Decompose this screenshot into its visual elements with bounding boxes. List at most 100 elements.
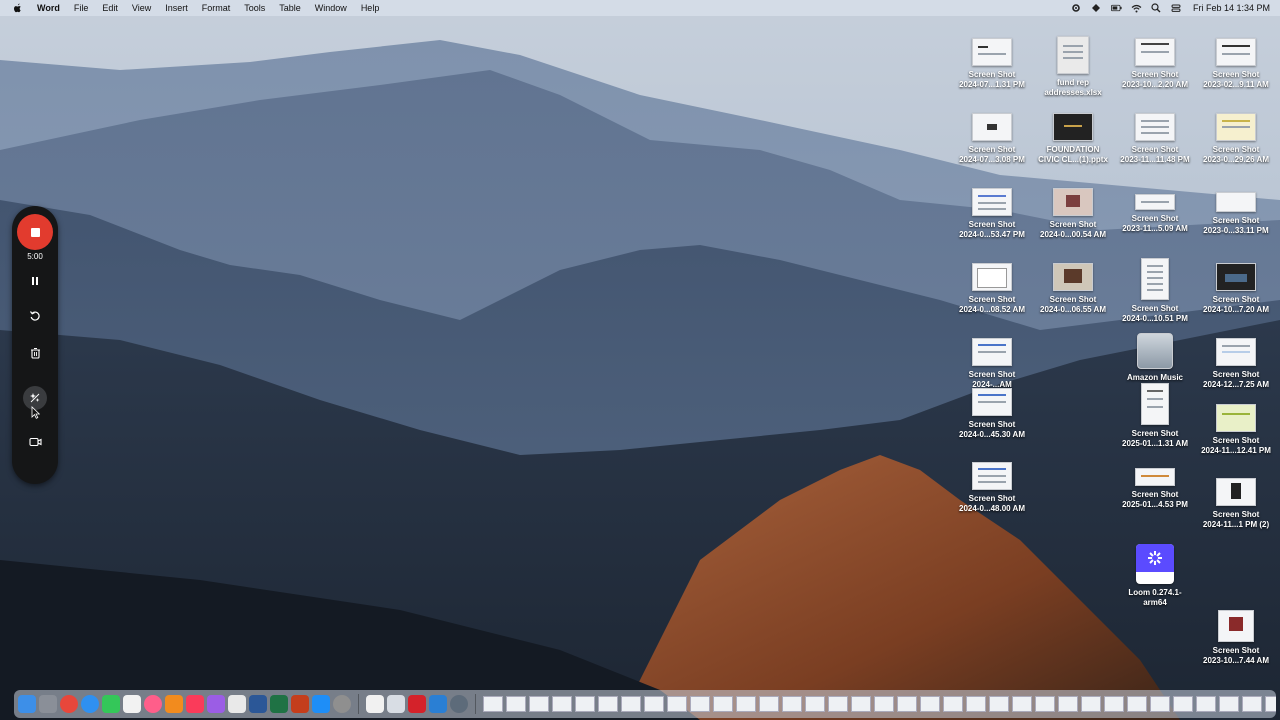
restart-button[interactable] xyxy=(23,304,47,328)
minimized-window[interactable] xyxy=(805,696,825,712)
menu-table[interactable]: Table xyxy=(272,0,308,16)
minimized-window[interactable] xyxy=(667,696,687,712)
excel-icon[interactable] xyxy=(270,695,288,713)
photos-icon[interactable] xyxy=(123,695,141,713)
minimized-window[interactable] xyxy=(851,696,871,712)
desktop-file-screenshot[interactable]: Screen Shot 2023-02...9.11 AM xyxy=(1196,38,1276,90)
itunes-icon[interactable] xyxy=(186,695,204,713)
control-center-icon[interactable] xyxy=(1171,3,1182,14)
wifi-icon[interactable] xyxy=(1131,3,1142,14)
textedit-icon[interactable] xyxy=(228,695,246,713)
desktop-file-screenshot[interactable]: Screen Shot 2025-01...1.31 AM xyxy=(1115,383,1195,449)
chrome-icon[interactable] xyxy=(60,695,78,713)
app-menu-word[interactable]: Word xyxy=(30,0,67,16)
minimized-window[interactable] xyxy=(1196,696,1216,712)
minimized-window[interactable] xyxy=(874,696,894,712)
minimized-window[interactable] xyxy=(690,696,710,712)
desktop-file-screenshot[interactable]: Screen Shot 2024-07...1.31 PM xyxy=(952,38,1032,90)
menu-insert[interactable]: Insert xyxy=(158,0,195,16)
menu-help[interactable]: Help xyxy=(354,0,387,16)
vlc-icon[interactable] xyxy=(165,695,183,713)
safari-icon[interactable] xyxy=(81,695,99,713)
powerpoint-icon[interactable] xyxy=(291,695,309,713)
minimized-window[interactable] xyxy=(1081,696,1101,712)
minimized-window[interactable] xyxy=(1058,696,1078,712)
desktop-file-screenshot[interactable]: Screen Shot 2024-0...10.51 PM xyxy=(1115,258,1195,324)
desktop-file-xlsx[interactable]: fund rep addresses.xlsx xyxy=(1033,36,1113,98)
app-store-icon[interactable] xyxy=(312,695,330,713)
minimized-window[interactable] xyxy=(529,696,549,712)
desktop-file-screenshot[interactable]: Screen Shot 2024-11...1 PM (2) xyxy=(1196,478,1276,530)
desktop-file-screenshot[interactable]: Screen Shot 2024-0...06.55 AM xyxy=(1033,263,1113,315)
preview-icon[interactable] xyxy=(366,695,384,713)
apple-menu-icon[interactable] xyxy=(12,3,22,13)
launchpad-icon[interactable] xyxy=(39,695,57,713)
minimized-window[interactable] xyxy=(897,696,917,712)
desktop-file-screenshot[interactable]: Screen Shot 2023-11...5.09 AM xyxy=(1115,188,1195,234)
quicktime-icon[interactable] xyxy=(450,695,468,713)
minimized-window[interactable] xyxy=(1265,696,1276,712)
stop-recording-button[interactable] xyxy=(17,214,53,250)
minimized-window[interactable] xyxy=(828,696,848,712)
minimized-window[interactable] xyxy=(782,696,802,712)
gear-status-icon[interactable] xyxy=(1071,3,1082,14)
desktop-file-screenshot[interactable]: Screen Shot 2024-0...45.30 AM xyxy=(952,388,1032,440)
desktop-file-screenshot[interactable]: Screen Shot 2024-07...3.08 PM xyxy=(952,113,1032,165)
minimized-window[interactable] xyxy=(713,696,733,712)
desktop-file-pptx[interactable]: FOUNDATION CIVIC CL...(1).pptx xyxy=(1033,113,1113,165)
desktop-file-screenshot[interactable]: Screen Shot 2024-10...7.20 AM xyxy=(1196,263,1276,315)
minimized-window[interactable] xyxy=(1104,696,1124,712)
minimized-window[interactable] xyxy=(966,696,986,712)
minimized-window[interactable] xyxy=(1219,696,1239,712)
screenshot-icon[interactable] xyxy=(387,695,405,713)
minimized-window[interactable] xyxy=(598,696,618,712)
camera-button[interactable] xyxy=(23,430,47,454)
menu-clock[interactable]: Fri Feb 14 1:34 PM xyxy=(1193,3,1270,13)
minimized-window[interactable] xyxy=(1127,696,1147,712)
desktop-file-screenshot[interactable]: Screen Shot 2023-10...7.44 AM xyxy=(1196,610,1276,666)
music-icon[interactable] xyxy=(144,695,162,713)
minimized-window[interactable] xyxy=(644,696,664,712)
podcasts-icon[interactable] xyxy=(207,695,225,713)
menu-window[interactable]: Window xyxy=(308,0,354,16)
desktop-file-screenshot[interactable]: Screen Shot 2023-0...33.11 PM xyxy=(1196,188,1276,236)
menu-extra-icon[interactable] xyxy=(1091,3,1102,14)
delete-button[interactable] xyxy=(23,341,47,365)
finder-icon[interactable] xyxy=(18,695,36,713)
menu-format[interactable]: Format xyxy=(195,0,238,16)
minimized-window[interactable] xyxy=(1150,696,1170,712)
minimized-window[interactable] xyxy=(483,696,503,712)
desktop-file-screenshot[interactable]: Screen Shot 2024-12...7.25 AM xyxy=(1196,338,1276,390)
desktop-file-screenshot[interactable]: Screen Shot 2023-10...2.20 AM xyxy=(1115,38,1195,90)
menu-view[interactable]: View xyxy=(125,0,158,16)
desktop-file-screenshot[interactable]: Screen Shot 2024-...AM xyxy=(952,338,1032,390)
menu-file[interactable]: File xyxy=(67,0,96,16)
desktop-file-loom-installer[interactable]: Loom 0.274.1- arm64 xyxy=(1115,544,1195,608)
search-icon[interactable] xyxy=(1151,3,1162,14)
desktop-file-screenshot[interactable]: Screen Shot 2023-0...29.26 AM xyxy=(1196,113,1276,165)
minimized-window[interactable] xyxy=(1012,696,1032,712)
menu-edit[interactable]: Edit xyxy=(95,0,125,16)
minimized-window[interactable] xyxy=(575,696,595,712)
minimized-window[interactable] xyxy=(506,696,526,712)
desktop-file-screenshot[interactable]: Screen Shot 2024-11...12.41 PM xyxy=(1196,404,1276,456)
system-settings-icon[interactable] xyxy=(333,695,351,713)
battery-icon[interactable] xyxy=(1110,3,1122,14)
minimized-window[interactable] xyxy=(1173,696,1193,712)
desktop-file-screenshot[interactable]: Screen Shot 2023-11...11.48 PM xyxy=(1115,113,1195,165)
minimized-window[interactable] xyxy=(989,696,1009,712)
desktop-file-screenshot[interactable]: Screen Shot 2024-0...48.00 AM xyxy=(952,462,1032,514)
minimized-window[interactable] xyxy=(736,696,756,712)
desktop-file-screenshot[interactable]: Screen Shot 2024-0...53.47 PM xyxy=(952,188,1032,240)
desktop-file-screenshot[interactable]: Screen Shot 2025-01...4.53 PM xyxy=(1115,462,1195,510)
minimized-window[interactable] xyxy=(621,696,641,712)
minimized-window[interactable] xyxy=(943,696,963,712)
acrobat-icon[interactable] xyxy=(408,695,426,713)
minimized-window[interactable] xyxy=(552,696,572,712)
word-icon[interactable] xyxy=(249,695,267,713)
minimized-window[interactable] xyxy=(920,696,940,712)
minimized-window[interactable] xyxy=(1242,696,1262,712)
menu-tools[interactable]: Tools xyxy=(237,0,272,16)
desktop-app-amazon-music[interactable]: Amazon Music xyxy=(1115,333,1195,383)
minimized-window[interactable] xyxy=(1035,696,1055,712)
